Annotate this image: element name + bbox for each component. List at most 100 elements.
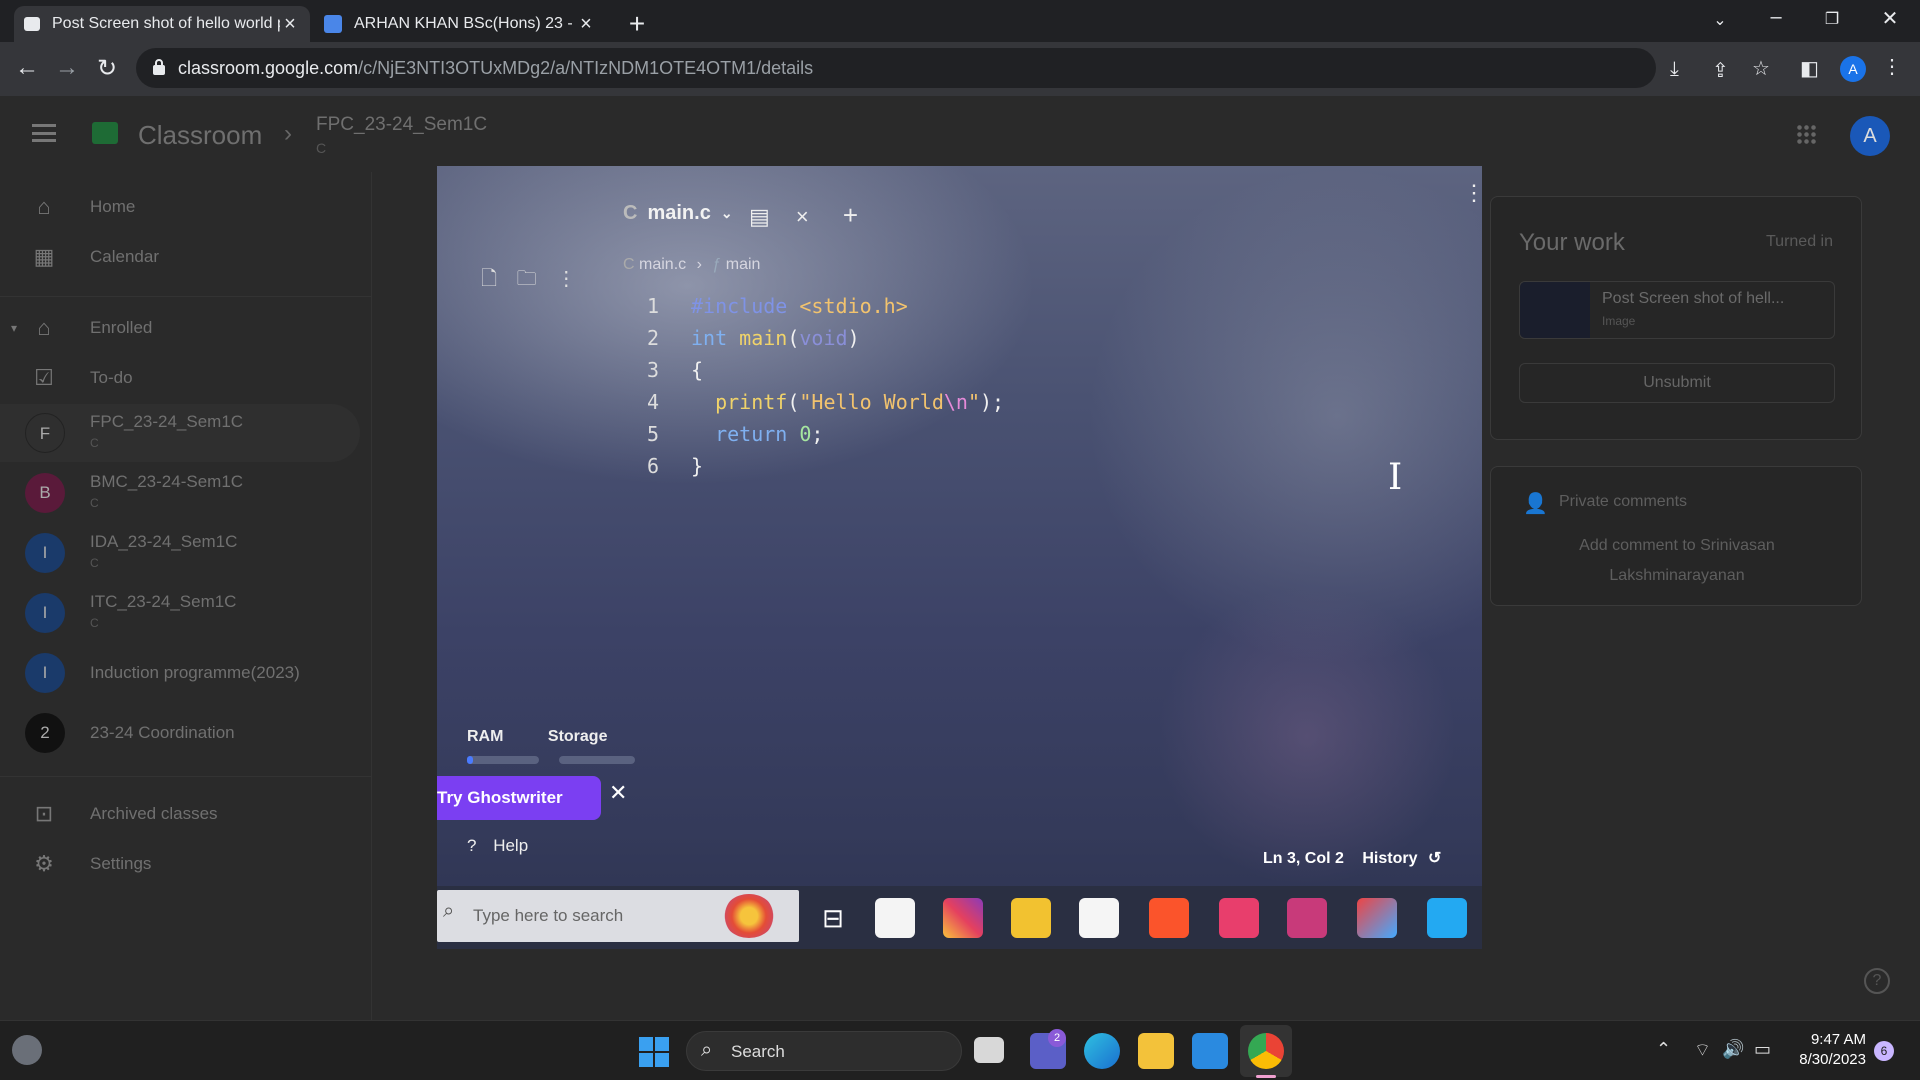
split-view-icon: ▤: [749, 204, 770, 229]
chrome-profile-avatar[interactable]: A: [1840, 56, 1866, 82]
help-icon[interactable]: ?: [1864, 968, 1890, 994]
weather-icon[interactable]: [12, 1035, 42, 1065]
new-tab-button[interactable]: +: [622, 8, 652, 40]
account-avatar[interactable]: A: [1850, 116, 1890, 156]
code-token: ": [967, 390, 981, 414]
windows-start-icon[interactable]: [639, 1037, 669, 1067]
mail-icon[interactable]: [1192, 1033, 1228, 1069]
windows-taskbar: ⌕ Search 2 ⌃ ⌔ 🔊 ▭ 9:47 AM 8/30/2023 6: [0, 1020, 1920, 1080]
sidebar-class-itc[interactable]: I ITC_23-24_Sem1C C: [0, 584, 360, 642]
tab-search-chevron-icon[interactable]: ⌄: [1700, 10, 1740, 30]
class-avatar: I: [25, 653, 65, 693]
class-section: C: [90, 436, 99, 450]
history-icon: ↺: [1427, 850, 1442, 867]
side-panel-icon[interactable]: ◧: [1800, 56, 1819, 81]
tab-arhan-khan-doc[interactable]: ARHAN KHAN BSc(Hons) 23 - Da ×: [314, 6, 606, 42]
course-title[interactable]: FPC_23-24_Sem1C: [316, 114, 487, 136]
line-number: 5: [647, 422, 660, 446]
breadcrumb-file: main.c: [639, 256, 687, 273]
file-explorer-icon[interactable]: [1138, 1033, 1174, 1069]
search-highlight-icon: [723, 894, 775, 938]
address-bar-row: ← → ↻ classroom.google.com/c/NjE3NTI3OTU…: [0, 42, 1920, 96]
sidebar-class-bmc[interactable]: B BMC_23-24-Sem1C C: [0, 464, 360, 522]
restore-button[interactable]: ❐: [1812, 9, 1852, 29]
wifi-icon[interactable]: ⌔: [1694, 1039, 1711, 1062]
sidebar-item-home[interactable]: ⌂ Home: [0, 182, 360, 232]
attachment-card[interactable]: Post Screen shot of hell... Image: [1519, 281, 1835, 339]
browser-tab-strip: Post Screen shot of hello world p × ARHA…: [0, 0, 1920, 42]
sidebar-item-archived[interactable]: ⊡ Archived classes: [0, 789, 360, 839]
code-block: 1 #include <stdio.h> 2 int main(void) 3{4 pr…: [647, 290, 1004, 482]
active-app-indicator: [1256, 1075, 1276, 1078]
code-token: {: [691, 358, 704, 382]
show-hidden-icons-icon[interactable]: ⌃: [1656, 1039, 1671, 1060]
back-button[interactable]: ←: [12, 54, 42, 82]
volume-icon[interactable]: 🔊: [1722, 1039, 1744, 1060]
omnibox[interactable]: classroom.google.com/c/NjE3NTI3OTUxMDg2/…: [136, 48, 1656, 88]
c-file-icon: C: [623, 202, 638, 224]
class-section: C: [90, 556, 99, 570]
class-section: C: [90, 616, 99, 630]
add-comment-link[interactable]: Add comment to Srinivasan Lakshminarayan…: [1531, 531, 1823, 591]
add-icon: +: [842, 200, 859, 230]
sidebar-item-calendar[interactable]: ▦ Calendar: [0, 232, 360, 282]
attachment-type: Image: [1602, 314, 1636, 328]
task-view-icon[interactable]: [974, 1037, 1004, 1063]
code-token: return: [691, 422, 800, 446]
sidebar-class-fpc[interactable]: F FPC_23-24_Sem1C C: [0, 404, 360, 462]
more-vert-icon: ⋮: [556, 268, 577, 290]
bookmark-star-icon[interactable]: ☆: [1752, 56, 1770, 81]
breadcrumb-symbol: main: [725, 256, 761, 273]
course-section: C: [316, 140, 327, 156]
docs-tab-icon: [324, 15, 342, 33]
taskbar-search[interactable]: ⌕ Search: [686, 1031, 962, 1071]
sidebar-item-enrolled[interactable]: ▾ ⌂ Enrolled: [0, 303, 360, 353]
battery-icon[interactable]: ▭: [1754, 1039, 1771, 1060]
storage-meter: [559, 756, 635, 764]
chevron-right-icon: ›: [284, 120, 292, 147]
storage-label: Storage: [547, 728, 608, 745]
viewer-more-icon[interactable]: ⋮: [1463, 180, 1482, 206]
c-file-icon: C: [623, 256, 635, 273]
sidebar-item-settings[interactable]: ⚙ Settings: [0, 839, 360, 889]
install-icon[interactable]: ⤓: [1670, 58, 1679, 81]
home-icon: ⌂: [37, 194, 51, 219]
sidebar-item-label: Enrolled: [90, 318, 153, 337]
brave-icon: [1149, 898, 1189, 938]
code-token: (: [787, 326, 800, 350]
archive-icon: ⊡: [34, 801, 54, 826]
line-number: 4: [647, 390, 660, 414]
sidebar-class-ida[interactable]: I IDA_23-24_Sem1C C: [0, 524, 360, 582]
google-apps-icon[interactable]: [1796, 124, 1818, 146]
main-menu-icon[interactable]: [32, 124, 56, 142]
close-window-button[interactable]: ✕: [1870, 6, 1910, 31]
tab-post-screenshot[interactable]: Post Screen shot of hello world p ×: [14, 6, 310, 42]
app-title[interactable]: Classroom: [138, 120, 262, 151]
expand-arrow-icon[interactable]: ▾: [6, 316, 22, 340]
unsubmit-button[interactable]: Unsubmit: [1519, 363, 1835, 403]
forward-button[interactable]: →: [52, 54, 82, 82]
photo-search-box: ⌕ Type here to search: [437, 890, 799, 942]
class-avatar: B: [25, 473, 65, 513]
sidebar-class-coordination[interactable]: 2 23-24 Coordination: [0, 704, 360, 762]
close-tab-icon[interactable]: ×: [280, 13, 300, 36]
editor-breadcrumb: C main.c › ƒ main: [623, 256, 760, 274]
gear-icon: ⚙: [34, 851, 54, 876]
chrome-menu-icon[interactable]: ⋮: [1882, 54, 1902, 79]
minimize-button[interactable]: –: [1756, 6, 1796, 29]
close-icon: ✕: [609, 780, 628, 805]
taskbar-clock[interactable]: 9:47 AM 8/30/2023: [1796, 1030, 1866, 1070]
line-number: 6: [647, 454, 660, 478]
sidebar-item-todo[interactable]: ☑ To-do: [0, 353, 360, 403]
share-icon[interactable]: ⇪: [1712, 58, 1729, 83]
notification-badge[interactable]: 6: [1874, 1041, 1894, 1061]
person-icon: 👤: [1523, 493, 1548, 515]
close-tab-icon[interactable]: ×: [576, 13, 596, 36]
code-token: );: [980, 390, 1005, 414]
edge-icon[interactable]: [1084, 1033, 1120, 1069]
chrome-icon[interactable]: [1248, 1033, 1284, 1069]
sidebar-class-induction[interactable]: I Induction programme(2023): [0, 644, 360, 702]
reload-button[interactable]: ↻: [92, 54, 122, 83]
code-token: ): [847, 326, 860, 350]
code-token: "Hello World: [799, 390, 944, 414]
